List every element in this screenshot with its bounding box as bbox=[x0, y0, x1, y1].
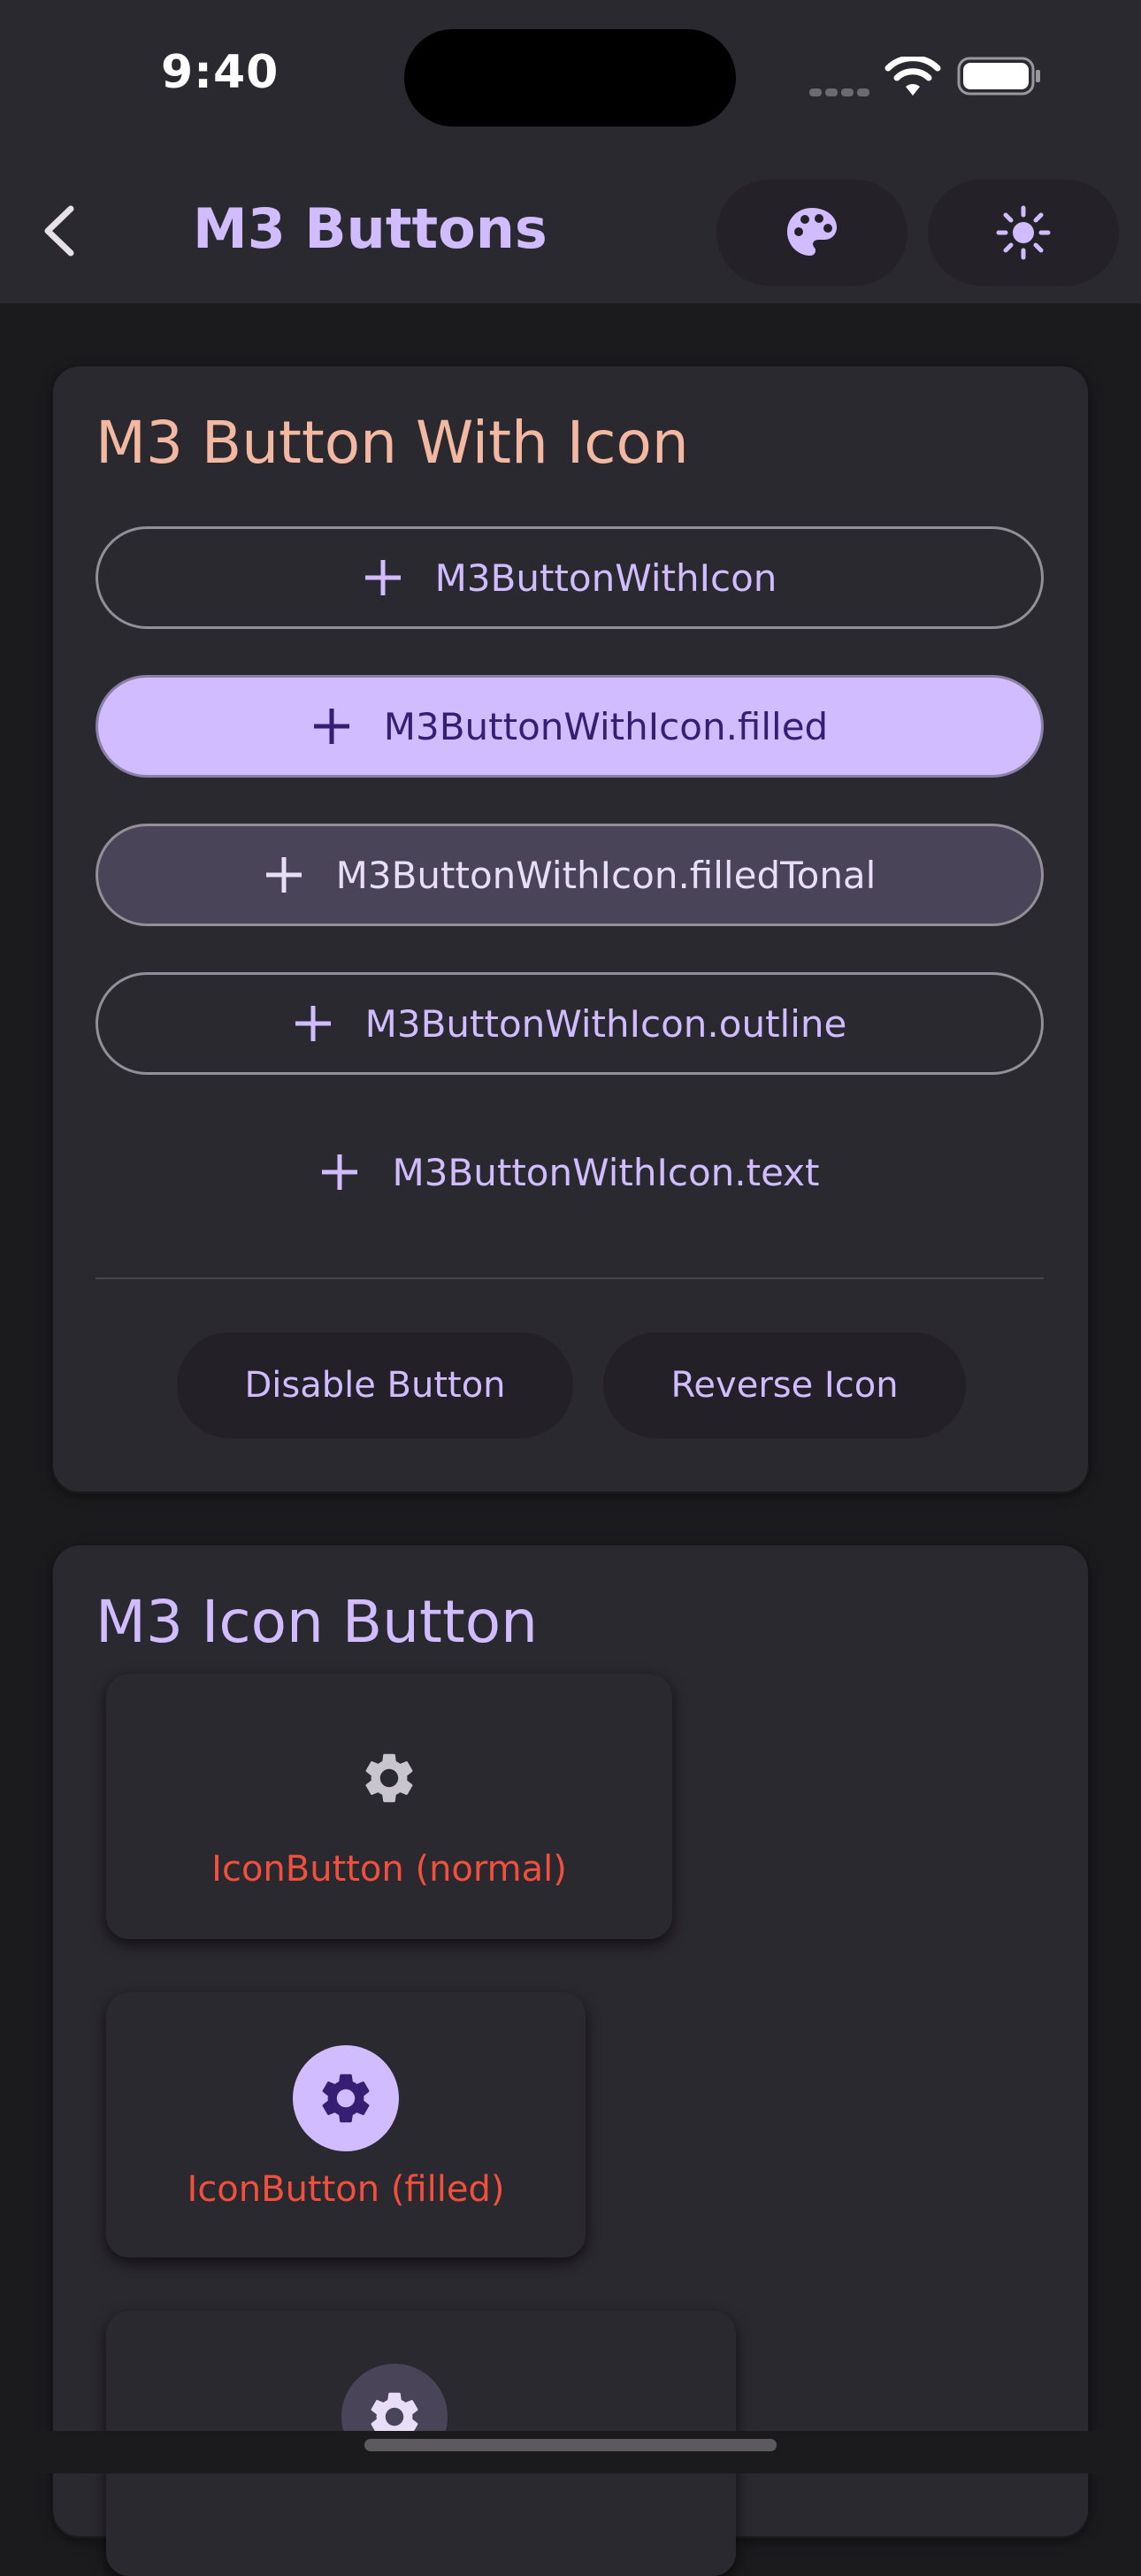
icon-button-filled-tile: IconButton (filled) bbox=[106, 1992, 586, 2258]
reverse-icon-label: Reverse Icon bbox=[670, 1365, 899, 1406]
plus-icon bbox=[295, 1006, 331, 1041]
plus-icon bbox=[322, 1154, 358, 1190]
settings-icon bbox=[322, 2074, 370, 2123]
page-title: M3 Buttons bbox=[193, 196, 548, 261]
section-title: M3 Icon Button bbox=[96, 1588, 538, 1656]
button-label: M3ButtonWithIcon bbox=[434, 556, 777, 600]
disable-button-label: Disable Button bbox=[244, 1365, 506, 1406]
m3-button-with-icon-filled[interactable]: M3ButtonWithIcon.filled bbox=[96, 675, 1044, 778]
button-label: M3ButtonWithIcon.outline bbox=[364, 1001, 847, 1046]
status-time: 9:40 bbox=[161, 46, 280, 99]
button-with-icon-card: M3 Button With Icon M3ButtonWithIcon M3B… bbox=[53, 366, 1088, 1491]
button-label: M3ButtonWithIcon.filledTonal bbox=[335, 853, 877, 897]
icon-button-card: M3 Icon Button IconButton (normal) IconB… bbox=[53, 1545, 1088, 2576]
m3-button-with-icon-text[interactable]: M3ButtonWithIcon.text bbox=[96, 1121, 1044, 1223]
bottom-safe-area bbox=[0, 2431, 1141, 2473]
m3-button-with-icon-default[interactable]: M3ButtonWithIcon bbox=[96, 526, 1044, 629]
plus-icon bbox=[364, 560, 401, 595]
battery-icon bbox=[957, 57, 1040, 96]
icon-button-normal-tile: IconButton (normal) bbox=[106, 1674, 672, 1939]
button-label: M3ButtonWithIcon.filled bbox=[383, 704, 829, 748]
icon-button-label: IconButton (filled) bbox=[187, 2169, 505, 2210]
home-indicator[interactable] bbox=[364, 2439, 777, 2451]
icon-button-label: IconButton (normal) bbox=[211, 1849, 567, 1890]
filled-icon-button[interactable] bbox=[293, 2045, 399, 2151]
settings-icon[interactable] bbox=[359, 1748, 419, 1808]
divider bbox=[96, 1277, 1044, 1279]
reverse-icon-toggle[interactable]: Reverse Icon bbox=[603, 1332, 966, 1438]
button-label: M3ButtonWithIcon.text bbox=[392, 1150, 820, 1194]
m3-button-with-icon-outline[interactable]: M3ButtonWithIcon.outline bbox=[96, 972, 1044, 1075]
app-bar: 9:40 M3 Buttons bbox=[0, 0, 1141, 303]
disable-button-toggle[interactable]: Disable Button bbox=[177, 1332, 573, 1438]
section-title: M3 Button With Icon bbox=[96, 409, 689, 477]
palette-button[interactable] bbox=[716, 180, 907, 286]
palette-icon bbox=[787, 208, 837, 256]
brightness-button[interactable] bbox=[928, 180, 1119, 286]
back-icon[interactable] bbox=[28, 191, 90, 271]
plus-icon bbox=[265, 857, 302, 893]
plus-icon bbox=[313, 709, 349, 744]
brightness-icon bbox=[996, 205, 1051, 260]
dynamic-island bbox=[404, 29, 736, 126]
wifi-icon bbox=[884, 57, 941, 96]
m3-button-with-icon-filled-tonal[interactable]: M3ButtonWithIcon.filledTonal bbox=[96, 824, 1044, 926]
cellular-signal-icon bbox=[809, 83, 873, 100]
